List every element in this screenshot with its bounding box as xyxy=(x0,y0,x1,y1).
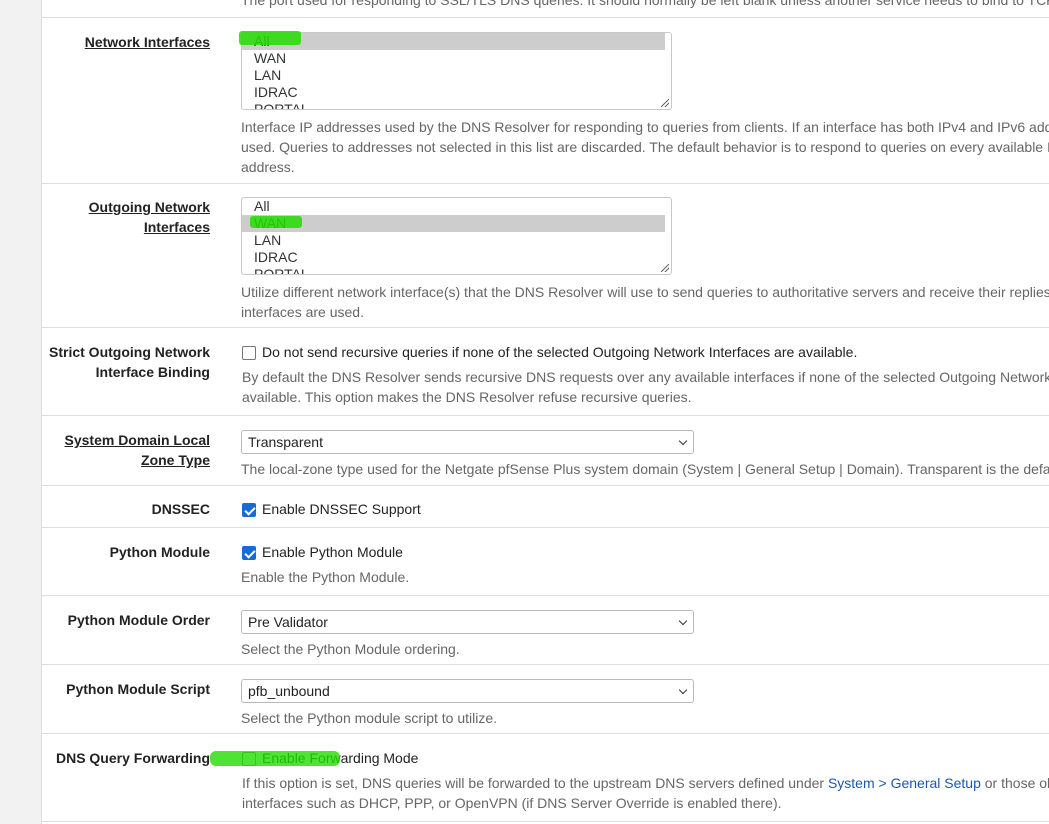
dnssec-checkbox-label[interactable]: Enable DNSSEC Support xyxy=(262,499,421,519)
python-order-label: Python Module Order xyxy=(67,612,210,628)
row-separator xyxy=(42,415,1049,416)
strict-binding-label: Strict Outgoing Network Interface Bindin… xyxy=(49,342,210,382)
network-interfaces-option-wan[interactable]: WAN xyxy=(242,50,665,67)
row-separator xyxy=(42,664,1049,665)
forwarding-help: interfaces such as DHCP, PPP, or OpenVPN… xyxy=(242,795,782,811)
strict-binding-checkbox[interactable] xyxy=(242,346,256,360)
general-setup-link[interactable]: System > General Setup xyxy=(828,775,981,791)
row-separator xyxy=(42,821,1049,822)
zone-type-select[interactable]: Transparent xyxy=(241,430,694,454)
row-separator xyxy=(42,183,1049,184)
network-interfaces-option-idrac[interactable]: IDRAC xyxy=(242,84,665,101)
row-separator xyxy=(42,485,1049,486)
row-separator xyxy=(42,595,1049,596)
dnssec-label: DNSSEC xyxy=(151,501,210,517)
network-interfaces-listbox[interactable]: All WAN LAN IDRAC PORTAL xyxy=(241,32,672,110)
ssl-port-help-text: The port used for responding to SSL/TLS … xyxy=(241,0,1049,8)
python-script-help: Select the Python module script to utili… xyxy=(241,710,498,726)
forwarding-help: If this option is set, DNS queries will … xyxy=(242,773,1049,793)
outgoing-interfaces-label[interactable]: Outgoing Network Interfaces xyxy=(89,197,210,237)
python-script-value: pfb_unbound xyxy=(248,683,330,699)
green-highlight-mark xyxy=(250,216,302,228)
outgoing-interfaces-option-all[interactable]: All xyxy=(242,198,665,215)
row-separator xyxy=(42,527,1049,528)
outgoing-interfaces-option-wan[interactable]: WAN xyxy=(242,215,665,232)
network-interfaces-option-all[interactable]: All xyxy=(242,33,665,50)
forwarding-help-text: If this option is set, DNS queries will … xyxy=(242,775,828,791)
zone-type-label-line2: Zone Type xyxy=(141,452,210,468)
resize-grip-icon[interactable] xyxy=(661,99,669,107)
chevron-down-icon xyxy=(678,616,688,626)
zone-type-help: The local-zone type used for the Netgate… xyxy=(241,461,1049,477)
network-interfaces-label[interactable]: Network Interfaces xyxy=(85,32,210,52)
outgoing-interfaces-listbox[interactable]: All WAN LAN IDRAC PORTAL xyxy=(241,197,672,275)
outgoing-interfaces-help: Utilize different network interface(s) t… xyxy=(241,284,1049,300)
outgoing-interfaces-help: interfaces are used. xyxy=(241,304,364,320)
strict-binding-label-line1: Strict Outgoing Network xyxy=(49,344,210,360)
strict-binding-help: By default the DNS Resolver sends recurs… xyxy=(242,369,1049,385)
python-module-label: Python Module xyxy=(109,544,210,560)
settings-panel: The port used for responding to SSL/TLS … xyxy=(41,0,1049,824)
forwarding-label: DNS Query Forwarding xyxy=(55,750,210,766)
row-separator xyxy=(42,327,1049,328)
python-script-select[interactable]: pfb_unbound xyxy=(241,679,694,703)
python-order-help: Select the Python Module ordering. xyxy=(241,641,460,657)
chevron-down-icon xyxy=(678,685,688,695)
resize-grip-icon[interactable] xyxy=(661,264,669,272)
strict-binding-checkbox-label[interactable]: Do not send recursive queries if none of… xyxy=(262,342,857,362)
zone-type-value: Transparent xyxy=(248,434,323,450)
python-script-label: Python Module Script xyxy=(66,681,210,697)
python-order-select[interactable]: Pre Validator xyxy=(241,610,694,634)
row-separator xyxy=(42,17,1049,18)
outgoing-interfaces-label-line1: Outgoing Network xyxy=(88,199,210,215)
forwarding-help-text: or those obt xyxy=(984,775,1049,791)
strict-binding-help: available. This option makes the DNS Res… xyxy=(242,389,692,405)
outgoing-interfaces-label-line2: Interfaces xyxy=(143,219,210,235)
dnssec-checkbox[interactable] xyxy=(242,503,256,517)
python-module-checkbox-label[interactable]: Enable Python Module xyxy=(262,542,403,562)
strict-binding-label-line2: Interface Binding xyxy=(95,364,210,380)
green-highlight-mark xyxy=(239,31,301,45)
network-interfaces-option-portal[interactable]: PORTAL xyxy=(242,101,665,109)
network-interfaces-help: address. xyxy=(241,159,295,175)
outgoing-interfaces-option-portal[interactable]: PORTAL xyxy=(242,266,665,274)
outgoing-interfaces-option-idrac[interactable]: IDRAC xyxy=(242,249,665,266)
network-interfaces-option-lan[interactable]: LAN xyxy=(242,67,665,84)
outgoing-interfaces-option-lan[interactable]: LAN xyxy=(242,232,665,249)
network-interfaces-help: Interface IP addresses used by the DNS R… xyxy=(241,119,1049,135)
network-interfaces-help: used. Queries to addresses not selected … xyxy=(241,139,1049,155)
row-separator xyxy=(42,733,1049,734)
zone-type-label[interactable]: System Domain Local Zone Type xyxy=(65,430,211,470)
python-order-value: Pre Validator xyxy=(248,614,328,630)
python-module-checkbox[interactable] xyxy=(242,546,256,560)
python-module-help: Enable the Python Module. xyxy=(241,569,410,585)
chevron-down-icon xyxy=(678,436,688,446)
green-highlight-mark xyxy=(210,751,340,766)
zone-type-label-line1: System Domain Local xyxy=(64,432,211,448)
